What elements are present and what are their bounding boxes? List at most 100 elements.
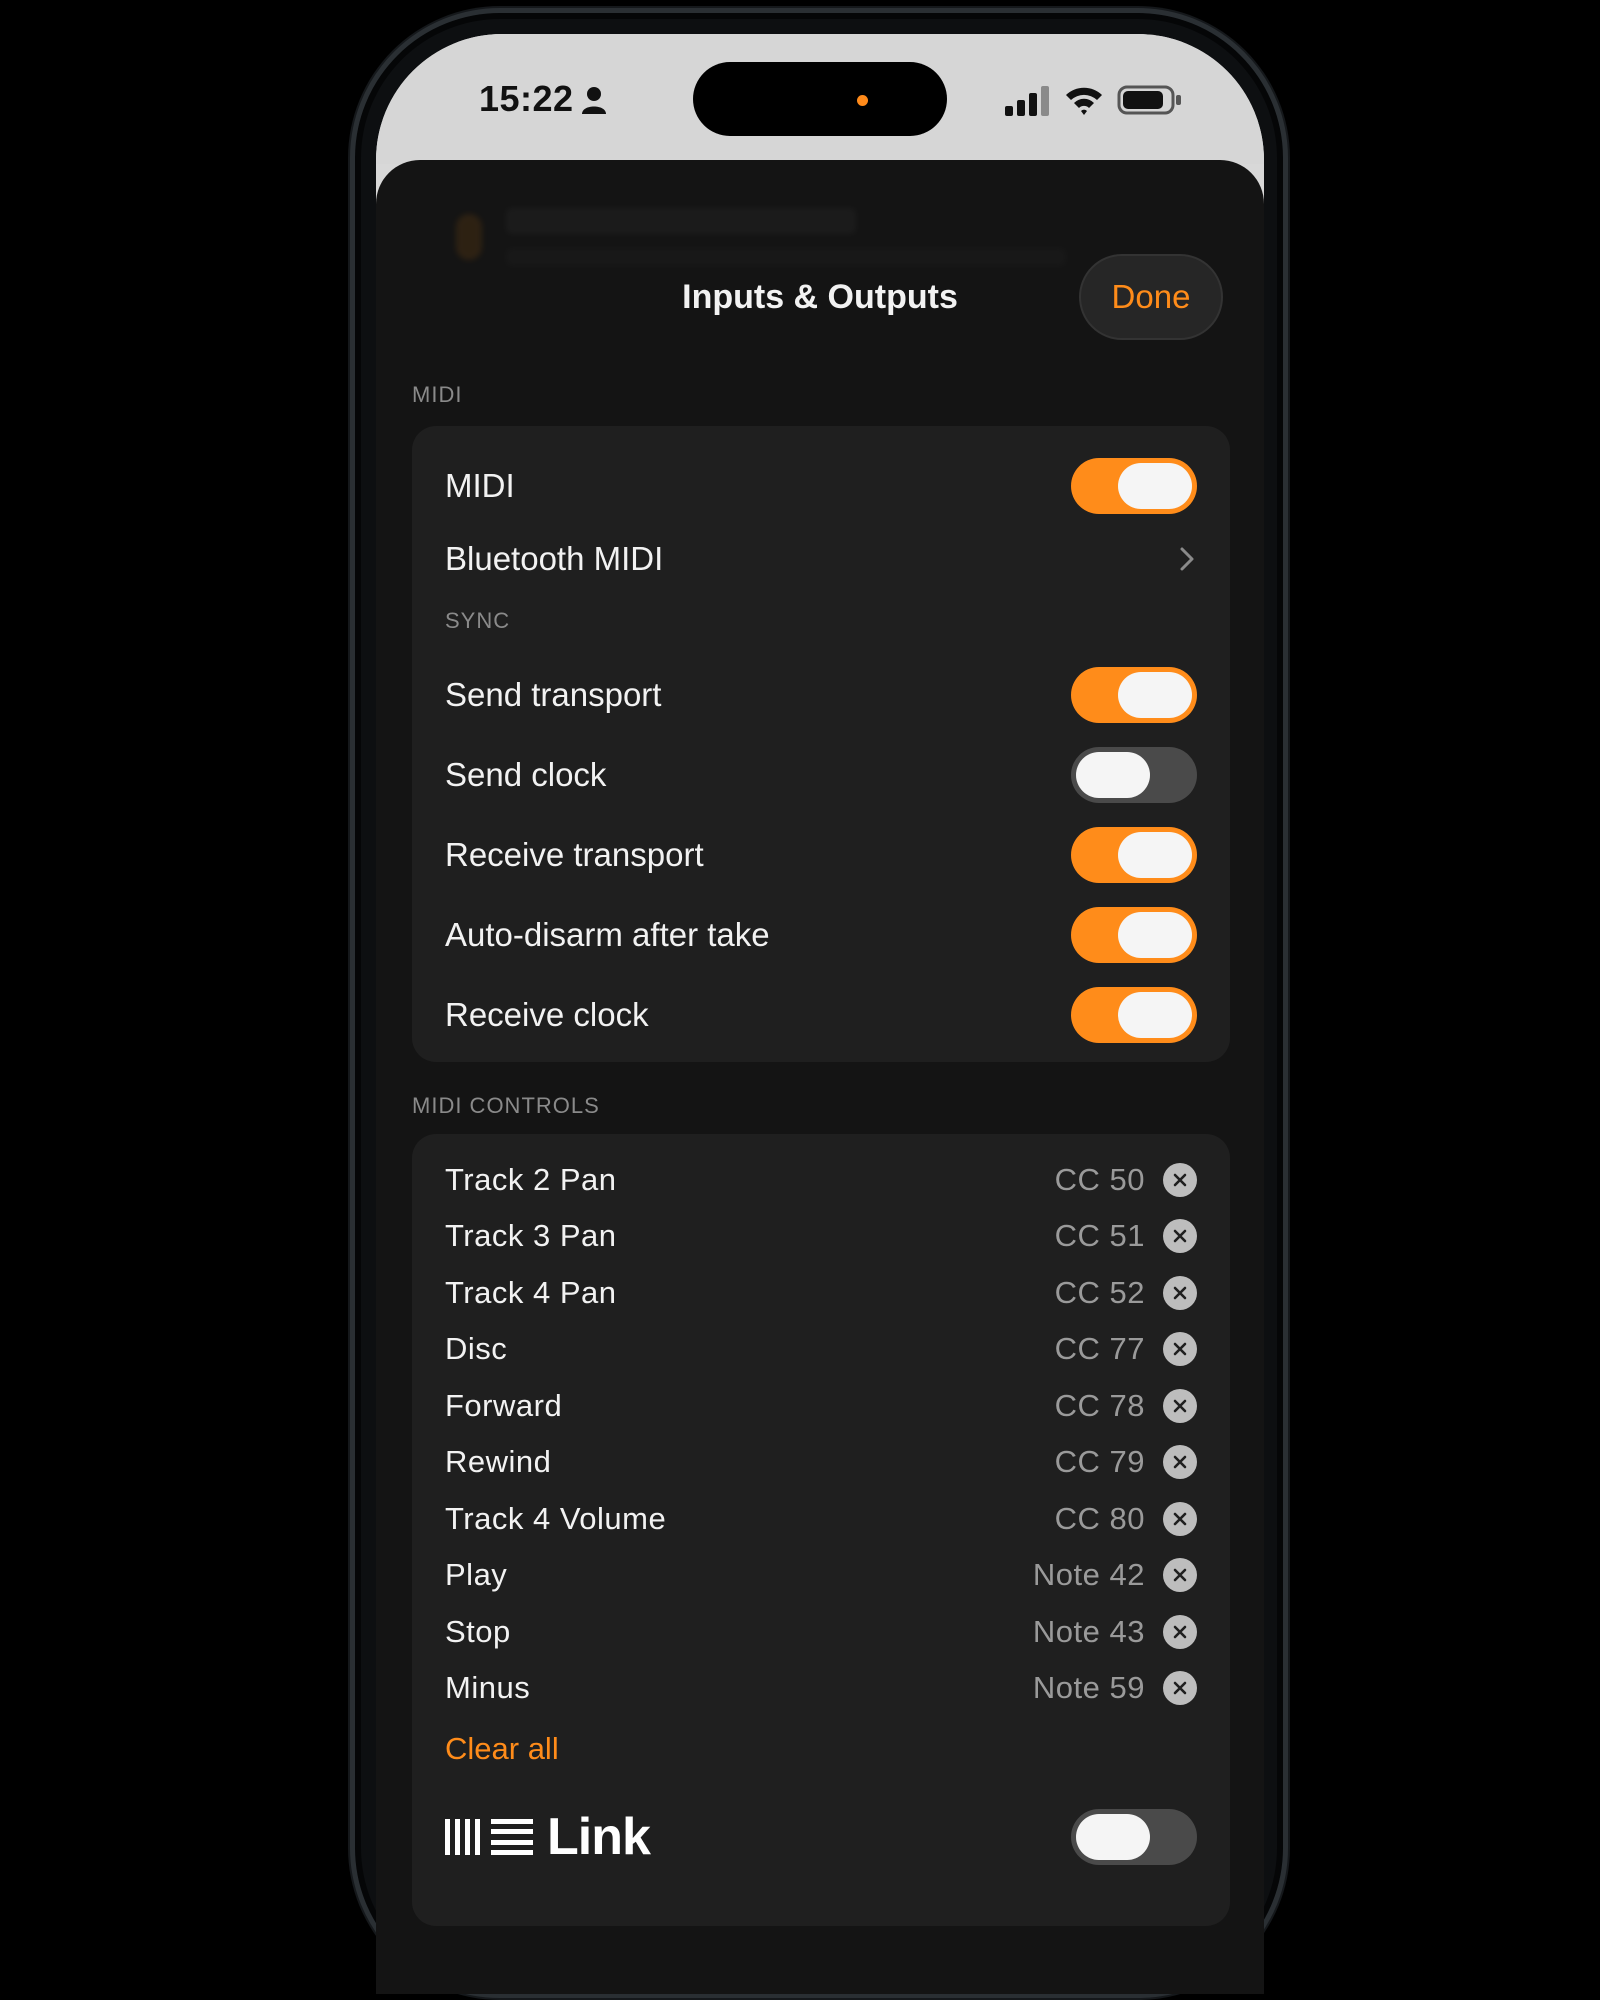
sync-label: Receive clock bbox=[445, 996, 649, 1033]
list-item: Track 4 Pan CC 52 bbox=[445, 1265, 1197, 1321]
remove-mapping-icon[interactable] bbox=[1163, 1332, 1197, 1366]
status-time: 15:22 bbox=[479, 78, 574, 119]
list-item: Play Note 42 bbox=[445, 1547, 1197, 1603]
bluetooth-midi-row[interactable]: Bluetooth MIDI bbox=[445, 529, 1197, 589]
control-mapping: CC 79 bbox=[1054, 1444, 1145, 1479]
sync-row-receive-clock[interactable]: Receive clock bbox=[445, 985, 1197, 1045]
control-label: Track 3 Pan bbox=[445, 1218, 617, 1253]
link-toggle[interactable] bbox=[1071, 1809, 1197, 1865]
midi-label: MIDI bbox=[445, 467, 515, 504]
remove-mapping-icon[interactable] bbox=[1163, 1276, 1197, 1310]
control-mapping: CC 52 bbox=[1054, 1275, 1145, 1310]
ableton-logo-icon bbox=[445, 1819, 533, 1855]
sync-header: SYNC bbox=[445, 608, 511, 633]
control-label: Track 2 Pan bbox=[445, 1162, 617, 1197]
remove-mapping-icon[interactable] bbox=[1163, 1615, 1197, 1649]
done-button[interactable]: Done bbox=[1079, 254, 1223, 340]
status-bar: 15:22 bbox=[376, 34, 1264, 164]
remove-mapping-icon[interactable] bbox=[1163, 1502, 1197, 1536]
send-transport-toggle[interactable] bbox=[1071, 667, 1197, 723]
receive-transport-toggle[interactable] bbox=[1071, 827, 1197, 883]
screen: 15:22 Inputs & Outputs Done MIDI MIDI Bl… bbox=[376, 34, 1264, 1994]
control-label: Forward bbox=[445, 1388, 563, 1423]
list-item: Disc CC 77 bbox=[445, 1321, 1197, 1377]
control-mapping: CC 77 bbox=[1054, 1331, 1145, 1366]
control-label: Play bbox=[445, 1557, 508, 1592]
list-item: Track 3 Pan CC 51 bbox=[445, 1208, 1197, 1264]
inputs-outputs-sheet: Inputs & Outputs Done MIDI MIDI Bluetoot… bbox=[376, 160, 1264, 1994]
control-mapping: Note 43 bbox=[1032, 1614, 1145, 1649]
remove-mapping-icon[interactable] bbox=[1163, 1445, 1197, 1479]
midi-toggle-row[interactable]: MIDI bbox=[445, 456, 1197, 516]
x-icon bbox=[1173, 1286, 1187, 1300]
x-icon bbox=[1173, 1681, 1187, 1695]
auto-disarm-toggle[interactable] bbox=[1071, 907, 1197, 963]
blurred-text-line bbox=[506, 208, 856, 234]
list-item: Track 2 Pan CC 50 bbox=[445, 1152, 1197, 1208]
sync-row-send-clock[interactable]: Send clock bbox=[445, 745, 1197, 805]
receive-clock-toggle[interactable] bbox=[1071, 987, 1197, 1043]
x-icon bbox=[1173, 1455, 1187, 1469]
list-item: Minus Note 59 bbox=[445, 1660, 1197, 1716]
dynamic-island bbox=[693, 62, 947, 136]
sync-row-auto-disarm[interactable]: Auto-disarm after take bbox=[445, 905, 1197, 965]
midi-toggle[interactable] bbox=[1071, 458, 1197, 514]
list-item: Rewind CC 79 bbox=[445, 1434, 1197, 1490]
x-icon bbox=[1173, 1625, 1187, 1639]
link-row[interactable]: Link bbox=[445, 1802, 1197, 1872]
list-item: Forward CC 78 bbox=[445, 1378, 1197, 1434]
control-mapping: Note 42 bbox=[1032, 1557, 1145, 1592]
mic-indicator-dot bbox=[857, 95, 868, 106]
remove-mapping-icon[interactable] bbox=[1163, 1558, 1197, 1592]
person-icon bbox=[582, 87, 606, 114]
control-label: Disc bbox=[445, 1331, 508, 1366]
toggle-knob bbox=[1118, 672, 1192, 718]
clear-all-button[interactable]: Clear all bbox=[445, 1731, 559, 1767]
control-label: Minus bbox=[445, 1670, 531, 1705]
midi-controls-card: Track 2 Pan CC 50 Track 3 Pan CC 51 Trac… bbox=[412, 1134, 1230, 1926]
sync-label: Send clock bbox=[445, 756, 607, 793]
remove-mapping-icon[interactable] bbox=[1163, 1163, 1197, 1197]
x-icon bbox=[1173, 1229, 1187, 1243]
x-icon bbox=[1173, 1568, 1187, 1582]
section-header-midi-controls: MIDI CONTROLS bbox=[412, 1093, 600, 1118]
remove-mapping-icon[interactable] bbox=[1163, 1389, 1197, 1423]
chevron-right-icon bbox=[1180, 547, 1194, 571]
sync-label: Auto-disarm after take bbox=[445, 916, 770, 953]
blurred-text-line bbox=[506, 248, 1066, 266]
toggle-knob bbox=[1118, 992, 1192, 1038]
list-item: Track 4 Volume CC 80 bbox=[445, 1491, 1197, 1547]
wifi-icon bbox=[1066, 87, 1102, 115]
toggle-knob bbox=[1118, 912, 1192, 958]
ableton-link-logo: Link bbox=[445, 1807, 651, 1867]
toggle-knob bbox=[1076, 752, 1150, 798]
control-label: Track 4 Pan bbox=[445, 1275, 617, 1310]
sync-row-send-transport[interactable]: Send transport bbox=[445, 665, 1197, 725]
toggle-knob bbox=[1076, 1814, 1150, 1860]
x-icon bbox=[1173, 1173, 1187, 1187]
send-clock-toggle[interactable] bbox=[1071, 747, 1197, 803]
x-icon bbox=[1173, 1512, 1187, 1526]
toggle-knob bbox=[1118, 463, 1192, 509]
sync-row-receive-transport[interactable]: Receive transport bbox=[445, 825, 1197, 885]
cellular-signal-icon bbox=[1005, 86, 1049, 116]
midi-card: MIDI Bluetooth MIDI SYNC Send transport … bbox=[412, 426, 1230, 1062]
control-mapping: CC 78 bbox=[1054, 1388, 1145, 1423]
background-content-hint bbox=[416, 200, 1176, 290]
control-mapping: Note 59 bbox=[1032, 1670, 1145, 1705]
list-item: Stop Note 43 bbox=[445, 1604, 1197, 1660]
control-label: Stop bbox=[445, 1614, 511, 1649]
control-label: Rewind bbox=[445, 1444, 552, 1479]
sync-label: Receive transport bbox=[445, 836, 704, 873]
link-label: Link bbox=[547, 1808, 651, 1866]
remove-mapping-icon[interactable] bbox=[1163, 1219, 1197, 1253]
battery-icon bbox=[1117, 85, 1181, 115]
section-header-midi: MIDI bbox=[412, 382, 463, 407]
x-icon bbox=[1173, 1399, 1187, 1413]
control-mapping: CC 51 bbox=[1054, 1218, 1145, 1253]
bluetooth-midi-label: Bluetooth MIDI bbox=[445, 540, 664, 577]
remove-mapping-icon[interactable] bbox=[1163, 1671, 1197, 1705]
toggle-knob bbox=[1118, 832, 1192, 878]
microphone-icon bbox=[456, 214, 482, 260]
control-mapping: CC 50 bbox=[1054, 1162, 1145, 1197]
